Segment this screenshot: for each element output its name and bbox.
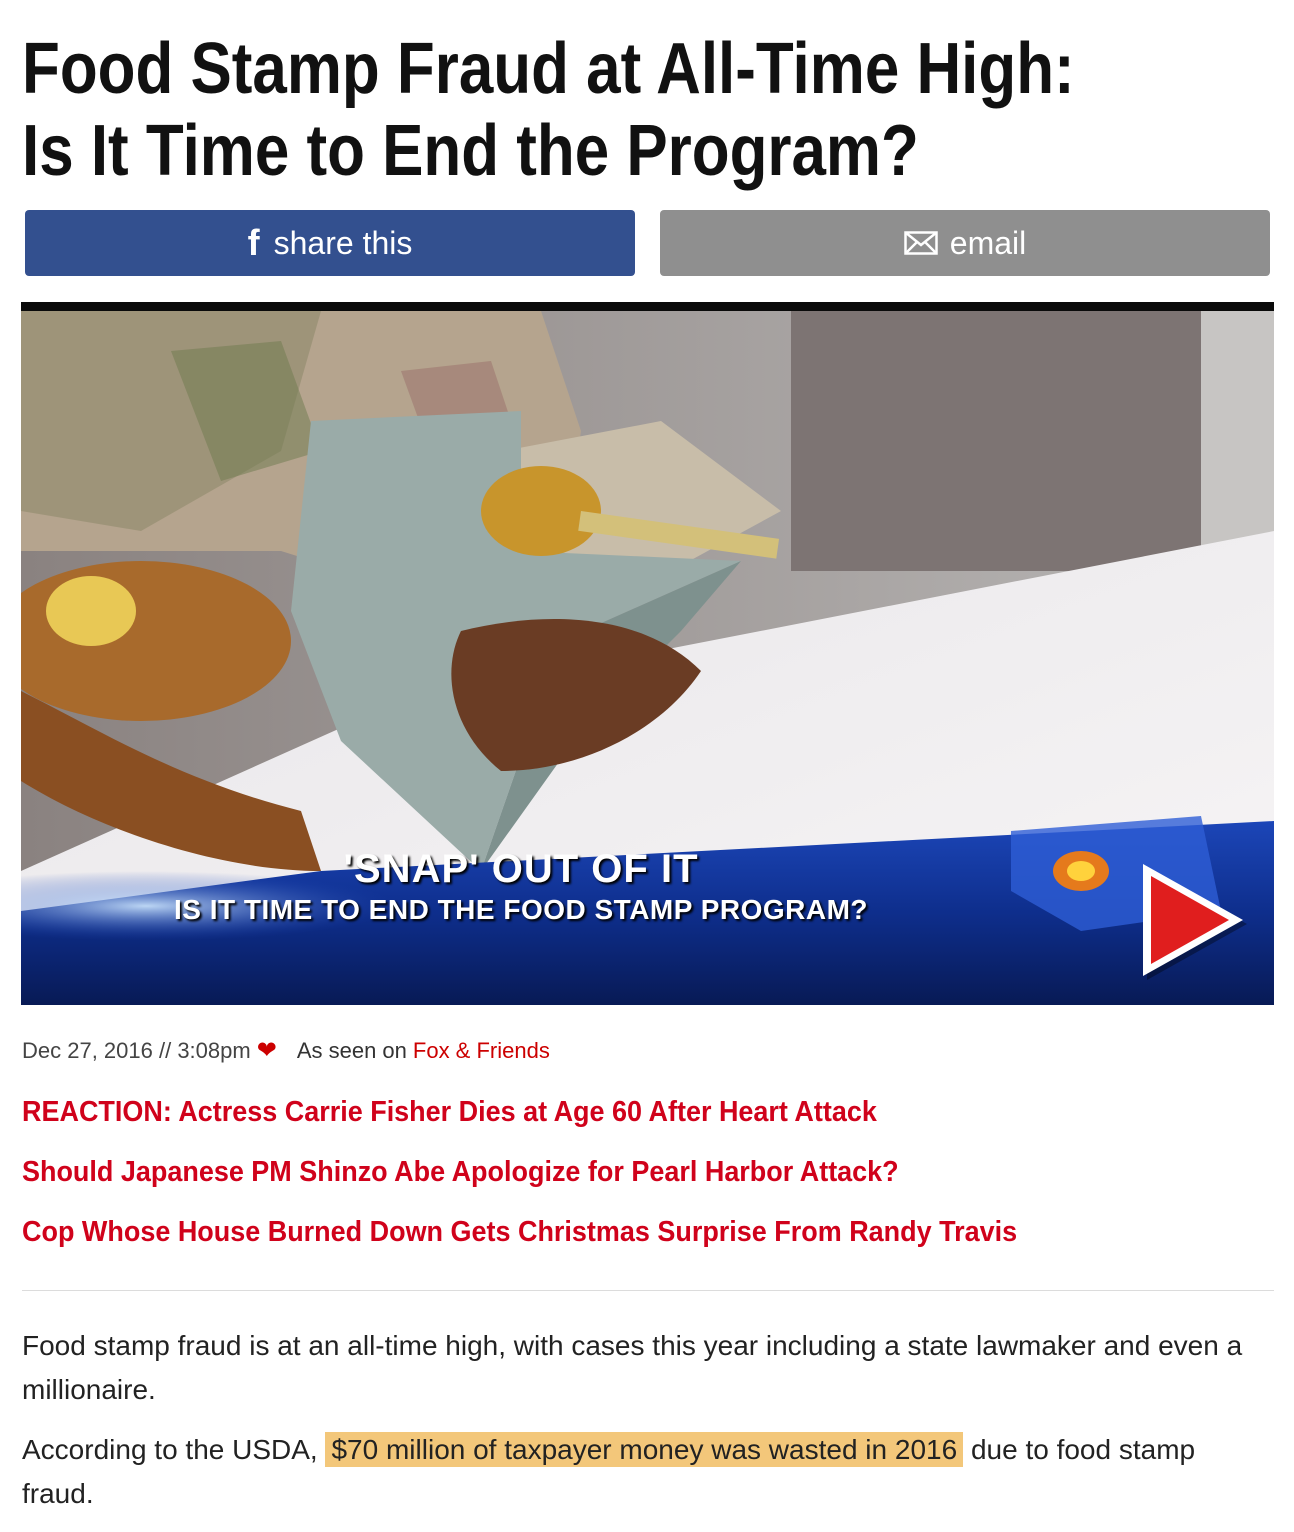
- facebook-icon: f: [247, 222, 260, 263]
- publish-date: Dec 27, 2016 // 3:08pm: [22, 1037, 251, 1063]
- related-link-2[interactable]: Should Japanese PM Shinzo Abe Apologize …: [22, 1152, 1185, 1212]
- heart-icon[interactable]: ❤: [257, 1036, 277, 1065]
- chyron-title: 'SNAP' OUT OF IT: [343, 847, 699, 891]
- article-body: Food stamp fraud is at an all-time high,…: [22, 1324, 1272, 1532]
- envelope-icon: [904, 231, 938, 255]
- video-player[interactable]: 'SNAP' OUT OF IT IS IT TIME TO END THE F…: [21, 302, 1274, 1005]
- article-page: Food Stamp Fraud at All-Time High: Is It…: [0, 0, 1294, 1526]
- headline-line-2: Is It Time to End the Program?: [22, 111, 919, 191]
- share-bar: f share this email: [25, 210, 1271, 276]
- highlighted-text: $70 million of taxpayer money was wasted…: [325, 1432, 964, 1467]
- chyron-subtitle: IS IT TIME TO END THE FOOD STAMP PROGRAM…: [173, 894, 869, 925]
- email-share-button[interactable]: email: [660, 210, 1270, 276]
- play-icon[interactable]: [1141, 862, 1253, 986]
- show-link[interactable]: Fox & Friends: [413, 1038, 550, 1064]
- headline-line-1: Food Stamp Fraud at All-Time High:: [22, 29, 1075, 109]
- email-share-label: email: [949, 224, 1027, 261]
- body-paragraph-1: Food stamp fraud is at an all-time high,…: [22, 1330, 1243, 1405]
- facebook-share-label: share this: [273, 224, 413, 261]
- seen-on-label: As seen on: [296, 1037, 407, 1063]
- body-paragraph-2: According to the USDA, $70 million of ta…: [22, 1428, 1272, 1516]
- related-links: REACTION: Actress Carrie Fisher Dies at …: [22, 1092, 1272, 1272]
- paragraph-2-prefix: According to the USDA,: [22, 1434, 326, 1465]
- article-headline: Food Stamp Fraud at All-Time High: Is It…: [22, 28, 1097, 192]
- divider: [22, 1290, 1274, 1291]
- facebook-share-button[interactable]: f share this: [25, 210, 635, 276]
- related-link-1[interactable]: REACTION: Actress Carrie Fisher Dies at …: [22, 1092, 1185, 1152]
- article-meta: Dec 27, 2016 // 3:08pm ❤ As seen on Fox …: [22, 1036, 550, 1065]
- related-link-3[interactable]: Cop Whose House Burned Down Gets Christm…: [22, 1212, 1185, 1272]
